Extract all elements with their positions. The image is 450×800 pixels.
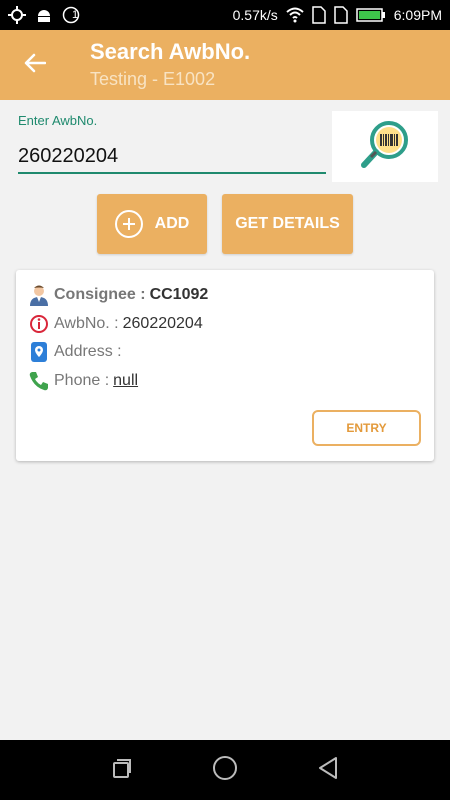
network-speed: 0.57k/s xyxy=(232,7,278,23)
recent-apps-button[interactable] xyxy=(102,750,142,790)
back-button[interactable] xyxy=(0,30,70,100)
phone-value-link[interactable]: null xyxy=(113,372,138,390)
page-subtitle: Testing - E1002 xyxy=(90,69,216,89)
triangle-back-icon xyxy=(317,756,339,785)
clock: 6:09PM xyxy=(393,7,442,23)
address-row: Address : xyxy=(28,341,126,363)
consignee-label: Consignee : xyxy=(54,286,146,303)
entry-button[interactable]: ENTRY xyxy=(312,410,421,446)
awb-input[interactable] xyxy=(18,140,326,174)
awb-field-label: Enter AwbNo. xyxy=(18,113,98,128)
get-details-button[interactable]: GET DETAILS xyxy=(222,194,353,254)
info-icon xyxy=(28,313,50,335)
add-button-label: ADD xyxy=(154,215,190,232)
address-label: Address : xyxy=(54,343,122,360)
app-toolbar: Search AwbNo. Testing - E1002 xyxy=(0,30,450,100)
page-title: Search AwbNo. xyxy=(90,39,251,64)
notification-count: 1 xyxy=(71,9,79,21)
location-pin-icon xyxy=(28,341,50,363)
plus-circle-icon xyxy=(114,210,143,238)
status-bar: 1 0.57k/s 6:09PM xyxy=(0,0,450,30)
awb-label: AwbNo. : xyxy=(54,315,119,332)
wifi-icon xyxy=(286,7,304,23)
shipment-card: Consignee : CC1092 AwbNo. : 260220204 Ad… xyxy=(16,270,434,461)
consignee-row: Consignee : CC1092 xyxy=(28,284,208,306)
barcode-magnifier-icon xyxy=(359,119,411,174)
home-circle-icon xyxy=(212,755,238,786)
phone-label: Phone : xyxy=(54,372,110,389)
add-button[interactable]: ADD xyxy=(97,194,207,254)
system-nav-bar xyxy=(0,740,450,800)
sim2-icon xyxy=(334,6,348,24)
awb-row: AwbNo. : 260220204 xyxy=(28,313,203,335)
sim-icon xyxy=(312,6,326,24)
awb-value: 260220204 xyxy=(122,315,203,332)
consignee-value: CC1092 xyxy=(149,286,209,303)
android-icon xyxy=(36,7,52,23)
get-details-label: GET DETAILS xyxy=(235,215,340,232)
battery-icon xyxy=(356,8,386,22)
phone-icon xyxy=(28,370,50,392)
arrow-left-icon xyxy=(24,53,47,78)
home-button[interactable] xyxy=(205,750,245,790)
nav-back-button[interactable] xyxy=(308,750,348,790)
phone-row: Phone : null xyxy=(28,370,138,392)
gps-icon xyxy=(8,6,26,24)
scan-barcode-button[interactable] xyxy=(332,111,438,182)
person-icon xyxy=(28,284,50,306)
recent-apps-icon xyxy=(111,757,133,784)
